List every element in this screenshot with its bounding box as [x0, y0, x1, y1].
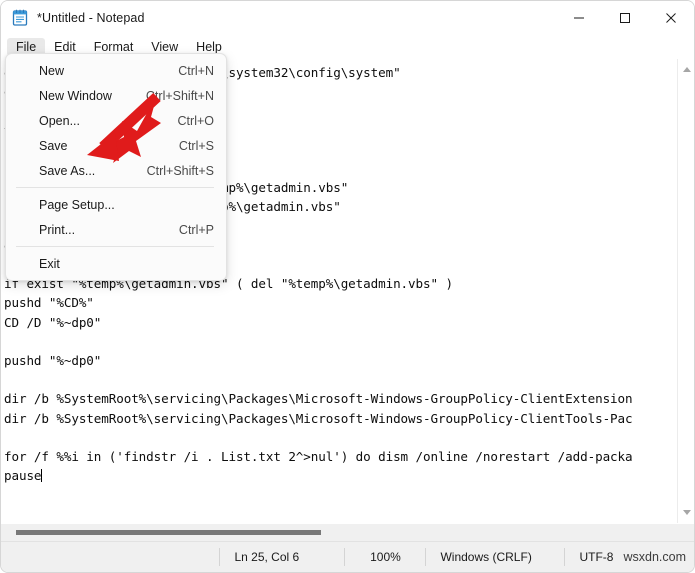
close-icon[interactable] — [648, 1, 694, 34]
menu-item-label: Save — [39, 138, 68, 153]
text-caret — [41, 469, 43, 483]
status-bar: Ln 25, Col 6 100% Windows (CRLF) UTF-8 w… — [1, 541, 694, 572]
menu-item-exit[interactable]: Exit — [6, 251, 226, 276]
menu-item-save-as[interactable]: Save As... Ctrl+Shift+S — [6, 158, 226, 183]
menu-item-label: Open... — [39, 113, 80, 128]
menu-item-open[interactable]: Open... Ctrl+O — [6, 108, 226, 133]
menu-item-new[interactable]: New Ctrl+N — [6, 58, 226, 83]
menu-item-label: Save As... — [39, 163, 96, 178]
title-bar: *Untitled - Notepad — [1, 1, 694, 34]
menu-item-label: Exit — [39, 256, 60, 271]
menu-item-page-setup[interactable]: Page Setup... — [6, 192, 226, 217]
notepad-icon — [12, 9, 28, 26]
file-dropdown-menu: New Ctrl+N New Window Ctrl+Shift+N Open.… — [5, 53, 227, 281]
menu-item-new-window[interactable]: New Window Ctrl+Shift+N — [6, 83, 226, 108]
horizontal-scrollbar[interactable] — [1, 523, 694, 541]
maximize-icon[interactable] — [602, 1, 648, 34]
status-cursor-position[interactable]: Ln 25, Col 6 — [219, 548, 344, 566]
menu-item-shortcut: Ctrl+Shift+N — [145, 88, 214, 103]
menu-item-label: New — [39, 63, 65, 78]
minimize-icon[interactable] — [556, 1, 602, 34]
watermark: wsxdn.com — [623, 550, 686, 564]
vertical-scrollbar[interactable] — [677, 59, 694, 523]
menu-item-print[interactable]: Print... Ctrl+P — [6, 217, 226, 242]
menu-separator — [16, 246, 214, 247]
menu-item-label: Print... — [39, 222, 76, 237]
menu-item-shortcut: Ctrl+P — [178, 222, 214, 237]
status-zoom-level[interactable]: 100% — [344, 548, 425, 566]
menu-item-save[interactable]: Save Ctrl+S — [6, 133, 226, 158]
menu-item-label: New Window — [39, 88, 112, 103]
notepad-window: *Untitled - Notepad File Edit Format Vie… — [0, 0, 695, 573]
hscroll-thumb[interactable] — [16, 530, 321, 535]
window-controls — [556, 1, 694, 34]
menu-item-shortcut: Ctrl+S — [178, 138, 214, 153]
window-title: *Untitled - Notepad — [37, 10, 145, 25]
status-encoding[interactable]: UTF-8 — [564, 548, 619, 566]
menu-item-shortcut: Ctrl+N — [178, 63, 214, 78]
menu-item-label: Page Setup... — [39, 197, 115, 212]
triangle-up-icon[interactable] — [678, 61, 694, 78]
menu-item-shortcut: Ctrl+O — [177, 113, 214, 128]
menu-item-shortcut: Ctrl+Shift+S — [146, 163, 214, 178]
status-line-ending[interactable]: Windows (CRLF) — [425, 548, 564, 566]
menu-separator — [16, 187, 214, 188]
triangle-down-icon[interactable] — [678, 504, 694, 521]
